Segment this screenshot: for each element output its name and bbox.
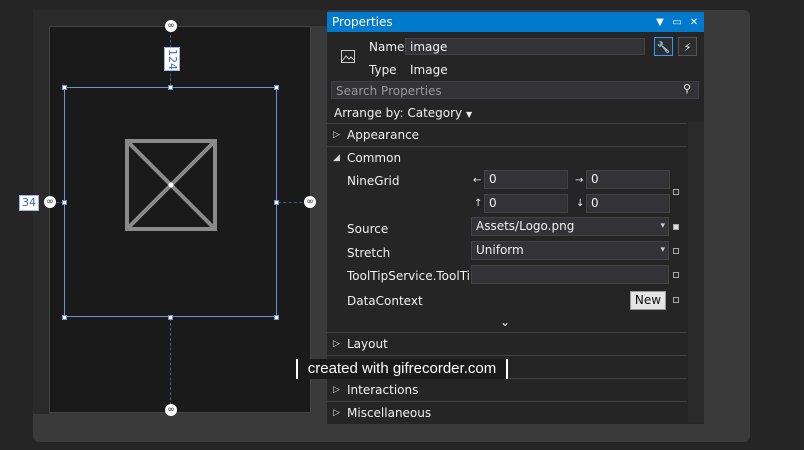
category-common-label: Common	[347, 150, 402, 165]
arrow-down-icon: ↓	[576, 198, 585, 209]
datacontext-marker[interactable]	[673, 297, 679, 303]
expand-icon: ▷	[333, 407, 340, 418]
category-common[interactable]: ◢ Common	[327, 146, 687, 168]
panel-title: Properties	[332, 15, 393, 29]
type-value: Image	[410, 63, 448, 77]
expand-icon: ▷	[333, 338, 340, 349]
close-icon[interactable]: ✕	[687, 17, 701, 28]
left-link-icon[interactable]: ∞	[44, 196, 56, 208]
source-marker[interactable]	[673, 224, 679, 230]
image-placeholder-icon[interactable]	[125, 139, 217, 231]
ninegrid-label: NineGrid	[347, 174, 400, 188]
panel-titlebar: Properties ▼ ▭ ✕	[327, 12, 704, 32]
ninegrid-marker[interactable]	[673, 189, 679, 195]
lightning-icon[interactable]: ⚡	[678, 37, 697, 56]
new-button[interactable]: New	[630, 291, 666, 310]
stretch-dropdown[interactable]: Uniform	[471, 241, 669, 260]
right-link-icon[interactable]: ∞	[304, 196, 316, 208]
top-ruler	[33, 10, 328, 26]
category-miscellaneous-label: Miscellaneous	[347, 405, 432, 420]
scrollbar[interactable]	[688, 122, 704, 422]
ninegrid-right-input[interactable]: 0	[586, 170, 670, 189]
tooltip-input[interactable]	[471, 265, 669, 284]
source-dropdown[interactable]: Assets/Logo.png	[471, 217, 669, 236]
category-miscellaneous[interactable]: ▷ Miscellaneous	[327, 401, 687, 423]
top-margin-badge: 124	[164, 47, 180, 71]
arrange-by-dropdown[interactable]: Arrange by: Category ▼	[334, 106, 472, 120]
category-layout-label: Layout	[347, 336, 388, 351]
arrow-left-icon: ←	[473, 175, 482, 186]
resize-handle-l[interactable]	[62, 200, 67, 205]
resize-handle-bl[interactable]	[62, 315, 67, 320]
dropdown-icon[interactable]: ▼	[653, 17, 667, 28]
left-ruler	[33, 26, 49, 414]
ninegrid-left-input[interactable]: 0	[484, 170, 568, 189]
category-appearance[interactable]: ▷ Appearance	[327, 123, 687, 145]
arrow-right-icon: →	[575, 175, 584, 186]
stretch-marker[interactable]	[673, 248, 679, 254]
search-icon[interactable]: ⚲	[683, 82, 691, 95]
resize-handle-br[interactable]	[274, 315, 279, 320]
tooltip-marker[interactable]	[673, 272, 679, 278]
resize-handle-r[interactable]	[274, 200, 279, 205]
category-appearance-label: Appearance	[347, 127, 420, 142]
datacontext-label: DataContext	[347, 294, 423, 308]
stretch-label: Stretch	[347, 246, 391, 260]
category-interactions[interactable]: ▷ Interactions	[327, 378, 687, 400]
collapse-icon: ◢	[333, 152, 340, 163]
resize-handle-t[interactable]	[168, 85, 173, 90]
bottom-margin-guide	[170, 318, 171, 410]
top-link-icon[interactable]: ∞	[165, 20, 177, 32]
resize-handle-b[interactable]	[168, 315, 173, 320]
resize-handle-tl[interactable]	[62, 85, 67, 90]
name-input[interactable]: image	[405, 38, 645, 55]
category-interactions-label: Interactions	[347, 382, 419, 397]
arrange-by-label: Arrange by: Category	[334, 106, 463, 120]
name-label: Name	[369, 40, 405, 54]
show-more-chevron-icon[interactable]: ⌄	[500, 315, 510, 329]
resize-handle-tr[interactable]	[274, 85, 279, 90]
arrow-up-icon: ↑	[474, 198, 483, 209]
image-icon	[341, 50, 355, 63]
expand-icon: ▷	[333, 129, 340, 140]
bottom-link-icon[interactable]: ∞	[165, 404, 177, 416]
category-layout[interactable]: ▷ Layout	[327, 332, 687, 354]
source-label: Source	[347, 222, 389, 236]
wrench-icon[interactable]: 🔧	[654, 37, 673, 56]
expand-icon: ▷	[333, 384, 340, 395]
pin-icon[interactable]: ▭	[670, 17, 684, 28]
ninegrid-bottom-input[interactable]: 0	[586, 194, 670, 213]
search-input[interactable]: Search Properties	[331, 81, 699, 99]
watermark: created with gifrecorder.com	[296, 359, 508, 379]
left-margin-badge: 34	[19, 195, 39, 211]
type-label: Type	[369, 63, 397, 77]
chevron-down-icon: ▼	[465, 110, 473, 119]
tooltip-label: ToolTipService.ToolTip	[347, 269, 478, 283]
ninegrid-top-input[interactable]: 0	[484, 194, 568, 213]
